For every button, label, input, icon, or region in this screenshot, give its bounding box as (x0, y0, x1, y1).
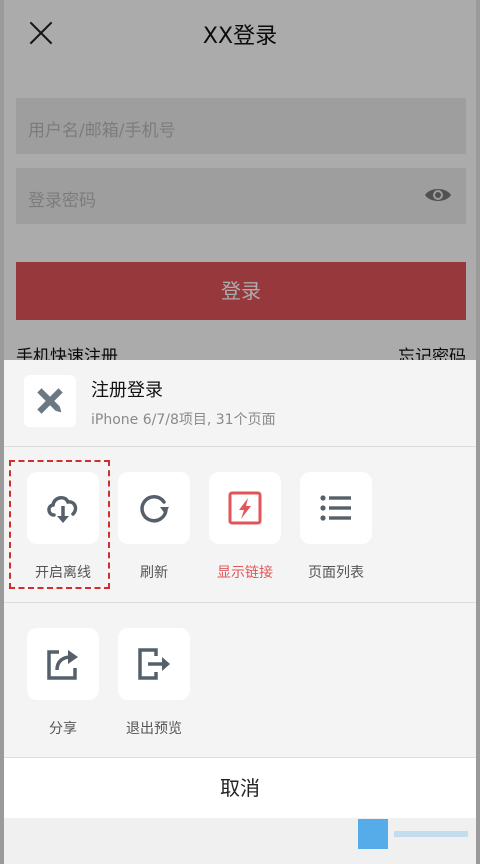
refresh-icon (140, 494, 169, 523)
app-name: 注册登录 (91, 380, 163, 401)
action-sheet: 注册登录 iPhone 6/7/8项目, 31个页面 开启离线 刷新 显示链接 … (4, 360, 476, 864)
link-flash-icon (228, 491, 262, 525)
highlight-box (9, 460, 110, 589)
app-meta: iPhone 6/7/8项目, 31个页面 (91, 412, 276, 428)
sheet-header: 注册登录 iPhone 6/7/8项目, 31个页面 (4, 360, 476, 446)
exit-preview-label: 退出预览 (126, 721, 182, 737)
exit-preview-button[interactable] (118, 628, 190, 700)
app-logo (24, 375, 76, 427)
phone-screen: XX登录 用户名/邮箱/手机号 登录密码 登录 手机快速注册 忘记密码 注册登录… (4, 0, 476, 864)
show-links-button[interactable] (209, 472, 281, 544)
refresh-button[interactable] (118, 472, 190, 544)
list-icon (320, 495, 351, 521)
refresh-label: 刷新 (140, 565, 168, 581)
show-links-label: 显示链接 (217, 565, 273, 581)
share-icon (47, 650, 78, 680)
page-list-button[interactable] (300, 472, 372, 544)
divider (4, 446, 476, 447)
cancel-button[interactable]: 取消 (4, 758, 476, 818)
pencil-ruler-icon (37, 388, 63, 414)
exit-icon (138, 648, 170, 680)
share-label: 分享 (49, 721, 77, 737)
page-list-label: 页面列表 (308, 565, 364, 581)
share-button[interactable] (27, 628, 99, 700)
watermark-icon (358, 819, 468, 849)
divider (4, 602, 476, 603)
